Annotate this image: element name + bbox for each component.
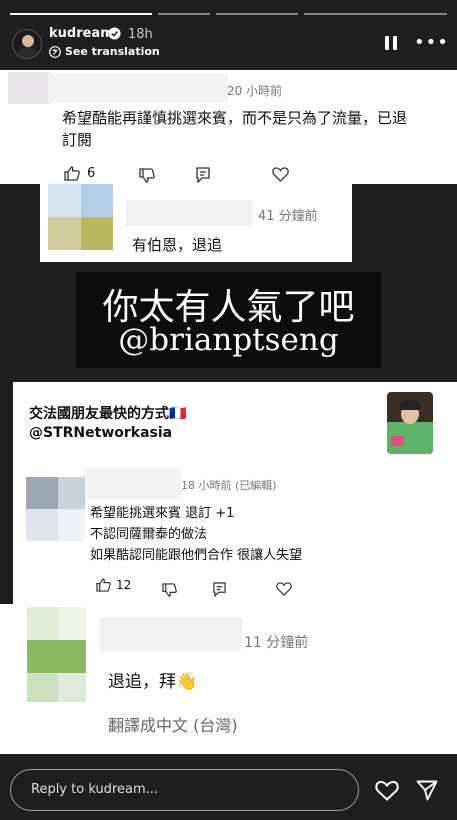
thumbs-down-icon[interactable] — [162, 583, 177, 597]
avatar-blurred — [26, 509, 58, 541]
comment-card-1: 20 小時前 希望酷能再謹慎挑選來賓，而不是只為了流量，已退 訂閱 6 — [0, 70, 457, 184]
username-blurred — [83, 467, 181, 499]
reply-input[interactable]: Reply to kudream... — [10, 769, 359, 811]
heart-icon[interactable] — [272, 167, 289, 182]
video-comment-card: 交法國朋友最快的方式🇫🇷 @STRNetworkasia 18 小時前 (已編輯… — [13, 382, 457, 608]
comment-text: 退追，拜👋 — [108, 672, 198, 692]
heart-icon[interactable] — [276, 582, 292, 596]
comment-time: 11 分鐘前 — [244, 635, 309, 651]
send-icon[interactable] — [416, 780, 438, 801]
comment-text: 有伯恩，退追 — [132, 236, 223, 254]
comment-time: 41 分鐘前 — [258, 209, 318, 224]
username-blurred — [126, 200, 252, 226]
username-blurred — [100, 618, 242, 652]
like-count: 6 — [87, 166, 96, 181]
comment-card-2: 41 分鐘前 有伯恩，退追 — [40, 184, 352, 262]
username-blurred — [48, 74, 228, 102]
story-header: kudream 18h See translation ••• — [0, 0, 457, 70]
thumbs-up-icon[interactable] — [64, 166, 80, 181]
banner-mention[interactable]: @brianptseng — [76, 322, 381, 358]
story-text-banner: 你太有人氣了吧 @brianptseng — [76, 272, 381, 368]
story-time: 18h — [128, 27, 153, 42]
avatar-blurred — [8, 72, 50, 104]
channel-name[interactable]: @STRNetworkasia — [29, 425, 172, 441]
comment-text: 訂閱 — [62, 131, 93, 149]
comment-card-4: 11 分鐘前 退追，拜👋 翻譯成中文 (台灣) — [0, 604, 457, 754]
comment-text: 如果酷認同能跟他們合作 很讓人失望 — [90, 548, 303, 563]
avatar-blurred — [27, 640, 86, 673]
video-title[interactable]: 交法國朋友最快的方式🇫🇷 — [29, 403, 186, 423]
reply-icon[interactable] — [196, 167, 210, 183]
reply-icon[interactable] — [213, 582, 226, 597]
pause-icon[interactable] — [384, 36, 398, 50]
heart-icon[interactable] — [375, 780, 399, 801]
see-translation-link[interactable]: See translation — [49, 45, 160, 58]
like-count: 12 — [116, 578, 132, 592]
comment-time: 18 小時前 (已編輯) — [181, 479, 277, 492]
more-icon[interactable]: ••• — [414, 34, 449, 52]
comment-time: 20 小時前 — [227, 84, 283, 98]
comment-text: 希望酷能再謹慎挑選來賓，而不是只為了流量，已退 — [62, 109, 408, 127]
translate-icon — [49, 45, 61, 58]
video-thumbnail[interactable] — [387, 392, 433, 454]
thumbs-up-icon[interactable] — [96, 578, 111, 592]
comment-text: 不認同薩爾泰的做法 — [90, 527, 208, 542]
avatar-blurred — [81, 217, 113, 250]
comment-text: 希望能挑選來賓 退訂 +1 — [90, 506, 235, 521]
verified-icon — [108, 27, 121, 40]
avatar[interactable] — [12, 29, 42, 59]
username[interactable]: kudream — [49, 26, 114, 41]
thumbs-down-icon[interactable] — [139, 168, 155, 183]
translate-link[interactable]: 翻譯成中文 (台灣) — [108, 712, 238, 736]
